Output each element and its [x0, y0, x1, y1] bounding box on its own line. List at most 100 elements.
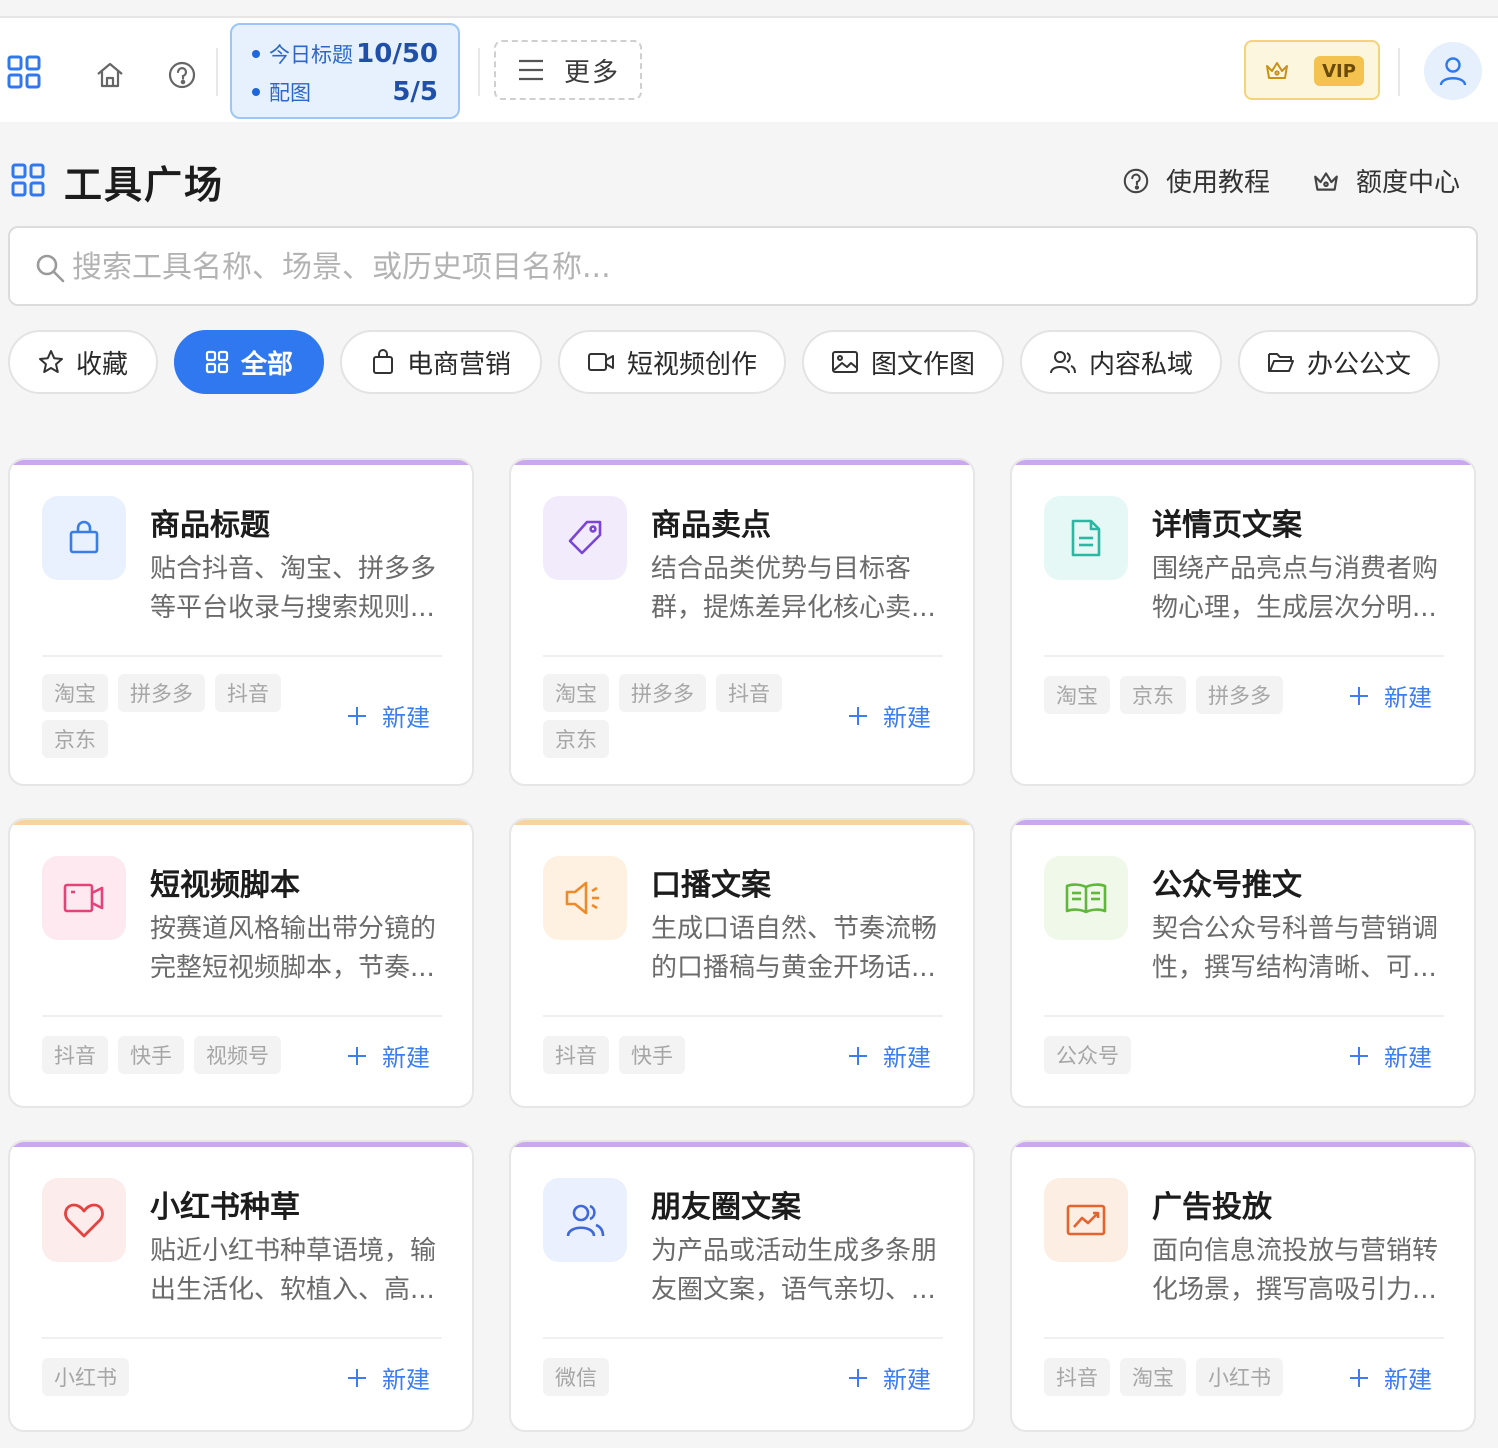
tool-card[interactable]: 公众号推文 契合公众号科普与营销调性，撰写结构清晰、可... 公众号 新建 [1010, 818, 1476, 1108]
vip-badge: VIP [1314, 56, 1364, 86]
platform-tag: 快手 [118, 1036, 184, 1074]
heart-icon [42, 1178, 126, 1262]
plus-icon [1350, 1368, 1368, 1387]
platform-tag: 拼多多 [118, 674, 205, 712]
tab-short-video[interactable]: 短视频创作 [558, 330, 786, 394]
trend-chart-icon [1044, 1178, 1128, 1262]
card-divider [543, 1015, 943, 1017]
tool-card[interactable]: 口播文案 生成口语自然、节奏流畅的口播稿与黄金开场话... 抖音 快手 新建 [509, 818, 975, 1108]
new-button[interactable]: 新建 [346, 1360, 430, 1395]
tab-all[interactable]: 全部 [174, 330, 324, 394]
plus-icon [849, 1046, 867, 1065]
card-divider [42, 655, 442, 657]
new-button[interactable]: 新建 [847, 698, 931, 733]
new-button[interactable]: 新建 [1348, 678, 1432, 713]
quota-center-link[interactable]: 额度中心 [1312, 162, 1460, 199]
image-quota-value: 5/5 [392, 77, 438, 107]
new-button[interactable]: 新建 [847, 1360, 931, 1395]
platform-tag: 京东 [1120, 676, 1186, 714]
help-icon [1123, 168, 1149, 193]
tutorial-link[interactable]: 使用教程 [1122, 162, 1270, 199]
page-header: 工具广场 使用教程 额度中心 [0, 150, 1498, 210]
tool-card[interactable]: 广告投放 面向信息流投放与营销转化场景，撰写高吸引力... 抖音 淘宝 小红书 新建 [1010, 1140, 1476, 1432]
tool-card[interactable]: 朋友圈文案 为产品或活动生成多条朋友圈文案，语气亲切、... 微信 新建 [509, 1140, 975, 1432]
card-title: 广告投放 [1152, 1190, 1272, 1225]
tab-image-text[interactable]: 图文作图 [802, 330, 1004, 394]
platform-tag: 拼多多 [619, 674, 706, 712]
vip-button[interactable]: VIP [1244, 40, 1380, 100]
tag-list: 淘宝 拼多多 抖音 京东 [42, 674, 292, 758]
tool-card[interactable]: 商品卖点 结合品类优势与目标客群，提炼差异化核心卖... 淘宝 拼多多 抖音 京东 新… [509, 458, 975, 786]
new-label: 新建 [382, 1366, 430, 1394]
plus-icon [348, 1046, 366, 1065]
card-accent-bar [511, 460, 973, 465]
document-icon [1044, 496, 1128, 580]
new-button[interactable]: 新建 [346, 1038, 430, 1073]
card-divider [1044, 1337, 1444, 1339]
video-icon [587, 353, 614, 371]
plus-icon [849, 706, 867, 725]
card-divider [543, 1337, 943, 1339]
new-label: 新建 [382, 704, 430, 732]
tool-card[interactable]: 小红书种草 贴近小红书种草语境，输出生活化、软植入、高... 小红书 新建 [8, 1140, 474, 1432]
card-title: 小红书种草 [150, 1190, 300, 1225]
card-description: 契合公众号科普与营销调性，撰写结构清晰、可... [1152, 914, 1439, 983]
plus-icon [849, 1368, 867, 1387]
new-button[interactable]: 新建 [1348, 1038, 1432, 1073]
tab-label: 图文作图 [870, 349, 975, 380]
card-divider [42, 1337, 442, 1339]
new-button[interactable]: 新建 [847, 1038, 931, 1073]
new-label: 新建 [382, 1044, 430, 1072]
avatar[interactable] [1424, 42, 1482, 100]
grid-icon [205, 350, 229, 374]
more-button[interactable]: 更多 [494, 40, 642, 100]
platform-tag: 公众号 [1044, 1036, 1131, 1074]
folder-icon [1267, 353, 1294, 372]
tab-label: 电商营销 [406, 349, 511, 380]
home-icon[interactable] [90, 56, 130, 94]
help-icon[interactable] [162, 56, 202, 94]
card-divider [1044, 1015, 1444, 1017]
platform-tag: 小红书 [42, 1358, 129, 1396]
card-accent-bar [10, 460, 472, 465]
card-accent-bar [10, 1142, 472, 1147]
tab-favorites[interactable]: 收藏 [8, 330, 158, 394]
new-label: 新建 [1384, 1366, 1432, 1394]
card-description: 贴合抖音、淘宝、拼多多等平台收录与搜索规则... [150, 554, 437, 623]
users-icon [1049, 351, 1076, 374]
new-button[interactable]: 新建 [346, 698, 430, 733]
tag-list: 淘宝 京东 拼多多 [1044, 676, 1294, 714]
platform-tag: 淘宝 [42, 674, 108, 712]
quota-panel[interactable]: 今日标题 10/50 配图 5/5 [230, 23, 460, 119]
divider [216, 48, 218, 96]
platform-tag: 拼多多 [1196, 676, 1283, 714]
quota-center-label: 额度中心 [1356, 168, 1461, 198]
grid-icon[interactable] [4, 52, 44, 92]
platform-tag: 抖音 [716, 674, 782, 712]
card-title: 详情页文案 [1152, 508, 1302, 543]
crown-icon [1314, 171, 1338, 191]
tab-label: 短视频创作 [626, 349, 757, 380]
new-button[interactable]: 新建 [1348, 1360, 1432, 1395]
megaphone-icon [543, 856, 627, 940]
page-title: 工具广场 [64, 163, 225, 207]
tool-card[interactable]: 商品标题 贴合抖音、淘宝、拼多多等平台收录与搜索规则... 淘宝 拼多多 抖音 京东 … [8, 458, 474, 786]
platform-tag: 抖音 [543, 1036, 609, 1074]
users-icon [543, 1178, 627, 1262]
tool-card[interactable]: 详情页文案 围绕产品亮点与消费者购物心理，生成层次分明... 淘宝 京东 拼多多 新… [1010, 458, 1476, 786]
search-input[interactable] [72, 244, 1452, 290]
menu-icon [519, 59, 543, 81]
bullet [252, 50, 260, 58]
platform-tag: 淘宝 [1120, 1358, 1186, 1396]
user-icon [1439, 57, 1467, 86]
tab-ecommerce[interactable]: 电商营销 [340, 330, 542, 394]
tab-private-domain[interactable]: 内容私域 [1020, 330, 1222, 394]
plus-icon [1350, 686, 1368, 705]
divider [478, 48, 480, 96]
tab-label: 办公公文 [1306, 349, 1411, 380]
crown-icon [1266, 62, 1288, 79]
tab-office-docs[interactable]: 办公公文 [1238, 330, 1440, 394]
card-accent-bar [511, 1142, 973, 1147]
tool-card[interactable]: 短视频脚本 按赛道风格输出带分镜的完整短视频脚本，节奏... 抖音 快手 视频号 新… [8, 818, 474, 1108]
tutorial-label: 使用教程 [1166, 168, 1271, 198]
